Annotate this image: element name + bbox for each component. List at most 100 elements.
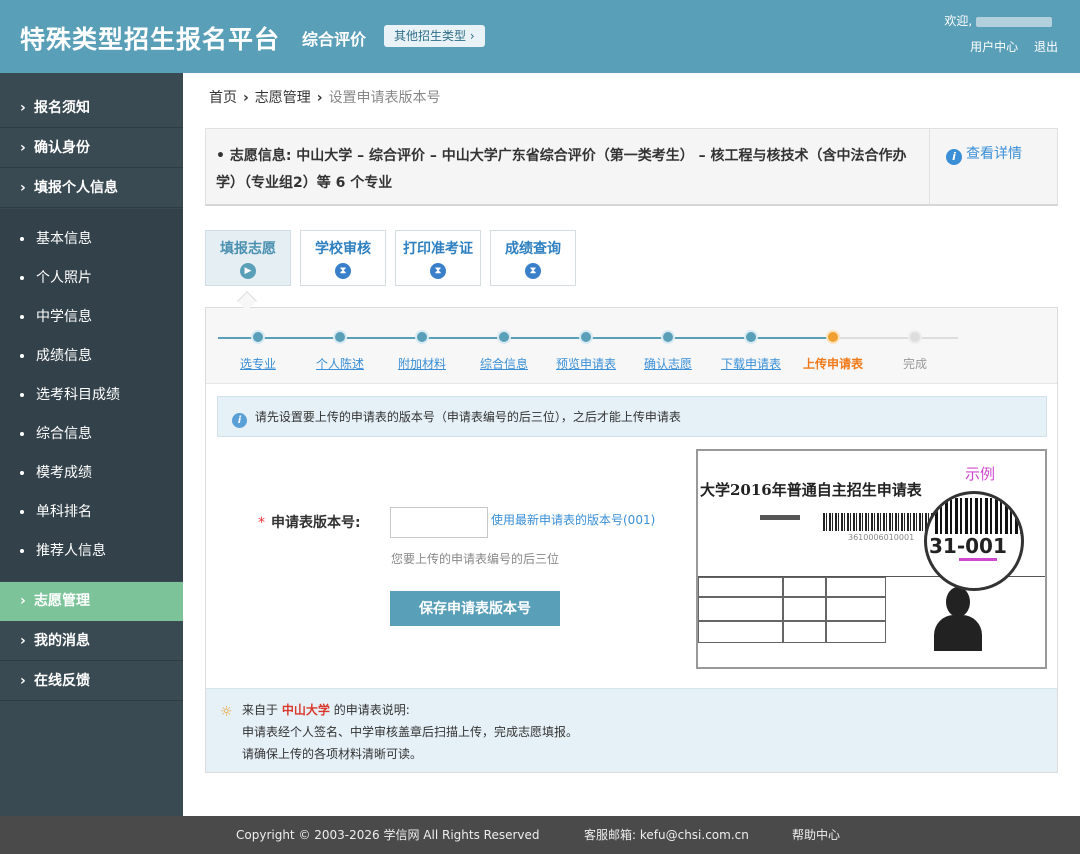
sidebar-item-messages[interactable]: › 我的消息 [0,622,183,661]
chevron-right-icon: › [20,180,26,196]
chevron-right-icon: › [20,633,26,649]
step-label[interactable]: 确认志愿 [628,355,708,372]
step-label[interactable]: 个人陈述 [300,355,380,372]
sidebar-subitem-label: 基本信息 [36,231,92,247]
photo-head [946,587,970,617]
user-center-link[interactable]: 用户中心 [970,40,1018,54]
bullet-icon [20,510,24,514]
sample-form-title: 大学2016年普通自主招生申请表 [700,481,922,499]
application-info-text: • 志愿信息: 中山大学 – 综合评价 – 中山大学广东省综合评价（第一类考生）… [216,148,907,191]
sample-form-image: 大学2016年普通自主招生申请表 示例 3610006010001 31-001 [696,449,1047,669]
sidebar-item-label: 报名须知 [34,100,90,116]
bullet-icon [20,276,24,280]
sidebar-subitem-label: 个人照片 [36,270,92,286]
tab-fill-application[interactable]: 填报志愿 ▶ [205,230,291,286]
bullet-icon [20,315,24,319]
instructions-heading: 来自于 中山大学 的申请表说明: [242,699,1057,721]
sidebar-item-application-management[interactable]: › 志愿管理 [0,582,183,621]
tab-label: 填报志愿 [220,241,276,257]
sidebar-item-confirm-identity[interactable]: › 确认身份 [0,129,183,168]
breadcrumb-section[interactable]: 志愿管理 [255,90,311,106]
version-notice: i 请先设置要上传的申请表的版本号（申请表编号的后三位），之后才能上传申请表 [217,396,1047,437]
platform-title[interactable]: 特殊类型招生报名平台 [20,20,280,56]
chevron-right-icon: › [20,673,26,689]
page-footer: Copyright © 2003-2026 学信网 All Rights Res… [0,816,1080,854]
logout-link[interactable]: 退出 [1034,40,1058,54]
step-label: 完成 [902,357,927,371]
sidebar-subitem-mock-exam[interactable]: 模考成绩 [0,454,183,493]
main-panel: 选专业 个人陈述 附加材料 综合信息 预览申请表 确认志愿 下载申请表 上传申请… [205,307,1058,773]
chevron-right-icon: › [243,90,249,106]
bullet-icon [20,237,24,241]
chevron-right-icon: › [20,140,26,156]
sidebar-subitem-subject-rank[interactable]: 单科排名 [0,493,183,532]
step-label: 上传申请表 [802,357,863,371]
sidebar-item-registration-notice[interactable]: › 报名须知 [0,89,183,128]
tab-school-review[interactable]: 学校审核 ⧗ [300,230,386,286]
sidebar-subitem-label: 中学信息 [36,309,92,325]
version-field-label: * 申请表版本号: [258,512,361,532]
tab-label: 学校审核 [315,241,371,257]
save-version-button[interactable]: 保存申请表版本号 [390,591,560,626]
use-latest-version-link[interactable]: 使用最新申请表的版本号(001) [491,511,655,528]
sidebar-subitem-label: 单科排名 [36,504,92,520]
tab-print-admission-ticket[interactable]: 打印准考证 ⧗ [395,230,481,286]
step-label[interactable]: 附加材料 [382,355,462,372]
sidebar-subitem-school-info[interactable]: 中学信息 [0,298,183,337]
sidebar-subitem-basic-info[interactable]: 基本信息 [0,220,183,259]
grid-cell [826,597,886,621]
lightbulb-icon: ☼ [220,704,233,720]
step-label[interactable]: 预览申请表 [546,355,626,372]
university-name: 中山大学 [281,703,330,717]
bullet-icon [20,432,24,436]
sidebar-subitem-comprehensive-info[interactable]: 综合信息 [0,415,183,454]
instructions-line-1: 申请表经个人签名、中学审核盖章后扫描上传，完成志愿填报。 [242,725,579,739]
instructions-prefix: 来自于 [242,703,279,717]
sample-tag: 示例 [964,465,995,483]
photo-body [934,615,982,651]
sidebar-subitem-referee[interactable]: 推荐人信息 [0,532,183,571]
sidebar-item-feedback[interactable]: › 在线反馈 [0,662,183,701]
sidebar-subitem-label: 模考成绩 [36,465,92,481]
tab-score-query[interactable]: 成绩查询 ⧗ [490,230,576,286]
view-details-link[interactable]: i 查看详情 [929,129,1057,205]
barcode-zoom [935,498,1021,534]
barcode-icon [823,513,933,531]
step-label[interactable]: 选专业 [218,355,298,372]
grid-cell [698,577,783,597]
step-node [579,330,593,344]
sidebar-subitem-grades[interactable]: 成绩信息 [0,337,183,376]
footer-help-link[interactable]: 帮助中心 [792,816,840,854]
sample-serial-small: 3610006010001 [848,533,915,542]
footer-email: 客服邮箱: kefu@chsi.com.cn [584,828,749,842]
sidebar-subitem-photo[interactable]: 个人照片 [0,259,183,298]
application-info-content: 志愿信息: 中山大学 – 综合评价 – 中山大学广东省综合评价（第一类考生） –… [216,148,907,191]
version-label-text: 申请表版本号: [271,515,361,531]
sample-photo [928,581,988,651]
instructions-line-2: 请确保上传的各项材料清晰可读。 [242,747,423,761]
step-label[interactable]: 下载申请表 [711,355,791,372]
other-types-button[interactable]: 其他招生类型 › [384,25,485,47]
breadcrumb-home[interactable]: 首页 [209,90,237,106]
view-details-label: 查看详情 [966,146,1022,162]
hourglass-icon: ⧗ [525,263,541,279]
magnifier-icon: 31-001 [924,491,1024,591]
breadcrumb: 首页 › 志愿管理 › 设置申请表版本号 [209,87,441,107]
hourglass-icon: ⧗ [430,263,446,279]
welcome-label: 欢迎, [944,14,973,28]
step-label[interactable]: 综合信息 [464,355,544,372]
breadcrumb-current: 设置申请表版本号 [328,90,441,106]
version-input[interactable] [390,507,488,538]
notice-text: 请先设置要上传的申请表的版本号（申请表编号的后三位），之后才能上传申请表 [254,410,681,424]
sidebar-item-personal-info[interactable]: › 填报个人信息 [0,169,183,208]
info-icon: i [232,413,247,428]
step-node [744,330,758,344]
instructions-suffix: 的申请表说明: [333,703,410,717]
application-info-box: • 志愿信息: 中山大学 – 综合评价 – 中山大学广东省综合评价（第一类考生）… [205,128,1058,206]
bullet-icon [20,354,24,358]
grid-cell [783,597,826,621]
top-header: 特殊类型招生报名平台 综合评价 其他招生类型 › 欢迎, 用户中心 退出 [0,0,1080,73]
step-node [497,330,511,344]
sidebar-subitem-elective-grades[interactable]: 选考科目成绩 [0,376,183,415]
bullet-icon [20,393,24,397]
